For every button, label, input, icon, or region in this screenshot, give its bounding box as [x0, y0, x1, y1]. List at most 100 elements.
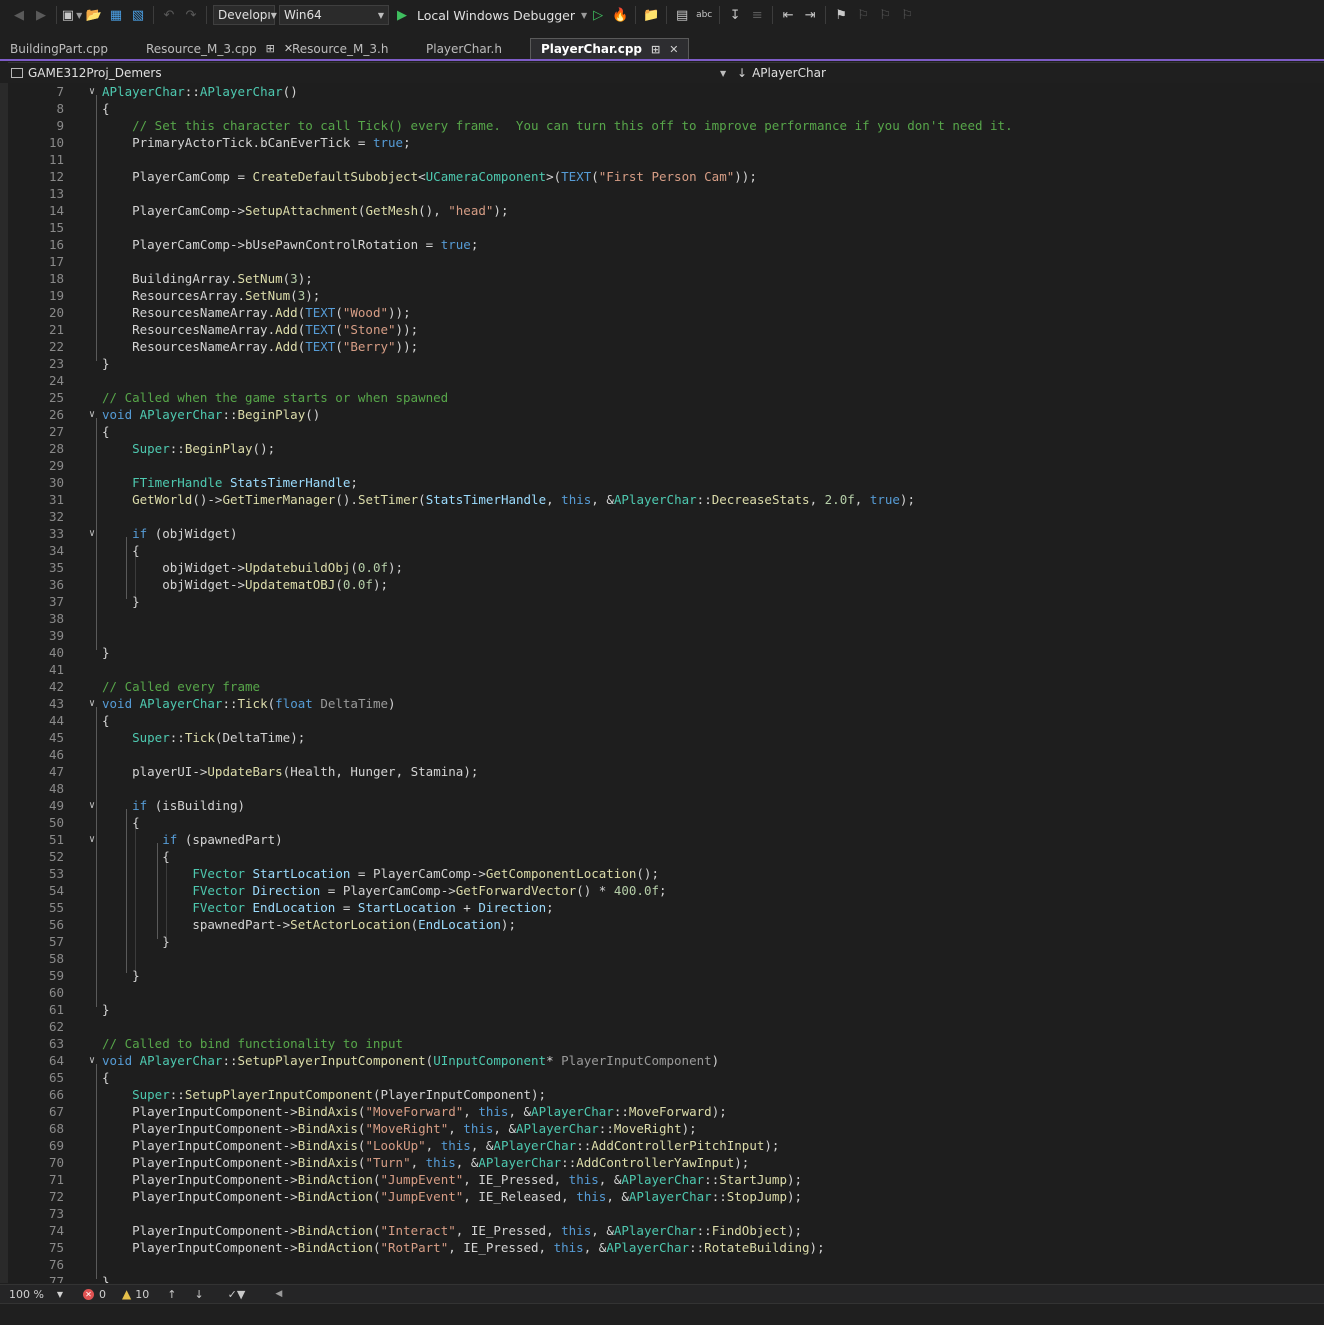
collapse-chevron-icon[interactable]: ∨: [89, 1052, 101, 1069]
line-number: 68: [48, 1121, 64, 1136]
line-number: 11: [48, 152, 64, 167]
save-icon[interactable]: ▦: [105, 4, 127, 26]
solution-explorer-icon[interactable]: 📁: [640, 4, 662, 26]
line-number: 43: [48, 696, 64, 711]
collapse-chevron-icon[interactable]: ∨: [89, 797, 101, 814]
undo-icon[interactable]: ↶: [158, 4, 180, 26]
code-cleanup-icon[interactable]: ✓▼: [228, 1288, 246, 1301]
line-number: 64: [48, 1053, 64, 1068]
toolbar-separator: [635, 6, 637, 24]
line-number: 52: [48, 849, 64, 864]
tab-playerchar-cpp[interactable]: PlayerChar.cpp ⊞ ✕: [530, 38, 690, 59]
line-number: 29: [48, 458, 64, 473]
code-text: PlayerCamComp->bUsePawnControlRotation =…: [132, 237, 479, 252]
code-text: }: [102, 356, 110, 371]
code-text: ResourcesArray.SetNum(3);: [132, 288, 321, 303]
code-text: playerUI->UpdateBars(Health, Hunger, Sta…: [132, 764, 479, 779]
tab-buildingpart-cpp[interactable]: BuildingPart.cpp: [0, 38, 136, 59]
hot-reload-icon[interactable]: 🔥: [609, 4, 631, 26]
tab-label: PlayerChar.cpp: [541, 42, 643, 56]
tab-resource-m-3-cpp[interactable]: Resource_M_3.cpp ⊞ ✕: [136, 38, 293, 59]
code-text: }: [132, 968, 140, 983]
line-number: 53: [48, 866, 64, 881]
line-number: 30: [48, 475, 64, 490]
forward-icon[interactable]: ▶: [30, 4, 52, 26]
collapse-chevron-icon[interactable]: ∨: [89, 695, 101, 712]
window-layout-icon[interactable]: ▤: [671, 4, 693, 26]
collapse-chevron-icon[interactable]: ∨: [89, 831, 101, 848]
comment-icon[interactable]: ≡: [746, 4, 768, 26]
debugger-button[interactable]: Local Windows Debugger: [417, 8, 575, 23]
pin-icon[interactable]: ⊞: [266, 42, 275, 55]
code-text: void APlayerChar::BeginPlay(): [102, 407, 321, 422]
back-icon[interactable]: ◀: [8, 4, 30, 26]
code-text: {: [162, 849, 170, 864]
zoom-dropdown[interactable]: 100 % ▼: [0, 1288, 67, 1301]
next-issue-icon[interactable]: ↓: [194, 1288, 203, 1301]
scroll-left-icon[interactable]: ◀: [275, 1289, 282, 1299]
error-count-value: 0: [99, 1287, 106, 1301]
indent-icon[interactable]: ⇥: [799, 4, 821, 26]
bottom-panel-tabs: [0, 1303, 1324, 1325]
code-text: Super::SetupPlayerInputComponent(PlayerI…: [132, 1087, 547, 1102]
open-folder-icon[interactable]: 📂: [83, 4, 105, 26]
bookmark-icon[interactable]: ⚑: [830, 4, 852, 26]
prev-bookmark-icon[interactable]: ⚐: [852, 4, 874, 26]
collapse-chevron-icon[interactable]: ∨: [89, 406, 101, 423]
line-number: 66: [48, 1087, 64, 1102]
collapse-chevron-icon[interactable]: ∨: [89, 525, 101, 542]
spell-check-icon[interactable]: abc: [693, 4, 715, 26]
line-number: 72: [48, 1189, 64, 1204]
line-number: 8: [56, 101, 64, 116]
tab-resource-m-3-h[interactable]: Resource_M_3.h: [282, 38, 416, 59]
line-number: 65: [48, 1070, 64, 1085]
chevron-down-icon: ▼: [377, 10, 384, 20]
code-text: Super::Tick(DeltaTime);: [132, 730, 306, 745]
next-bookmark-icon[interactable]: ⚐: [874, 4, 896, 26]
warning-count[interactable]: ▲ 10: [122, 1287, 149, 1301]
code-text: if (isBuilding): [132, 798, 246, 813]
project-dropdown[interactable]: GAME312Proj_Demers: [28, 66, 162, 80]
code-text: {: [132, 815, 140, 830]
line-number: 75: [48, 1240, 64, 1255]
line-number: 51: [48, 832, 64, 847]
pin-icon[interactable]: ⊞: [651, 43, 660, 56]
chevron-down-icon[interactable]: ▼: [720, 69, 726, 78]
error-count[interactable]: ✕ 0: [83, 1288, 106, 1301]
line-number: 38: [48, 611, 64, 626]
start-debugging-icon[interactable]: ▶: [391, 4, 413, 26]
step-into-icon[interactable]: ↧: [724, 4, 746, 26]
redo-icon[interactable]: ↷: [180, 4, 202, 26]
line-number: 34: [48, 543, 64, 558]
line-number: 56: [48, 917, 64, 932]
new-project-icon[interactable]: ▣ ▼: [61, 4, 83, 26]
main-toolbar: ◀ ▶ ▣ ▼ 📂 ▦ ▧ ↶ ↷ Developı ▼ Win64 ▼ ▶ Loca…: [0, 0, 1324, 30]
scope-dropdown[interactable]: ↓ APlayerChar: [737, 66, 826, 80]
platform-dropdown[interactable]: Win64 ▼: [279, 5, 389, 25]
code-editor[interactable]: 7 ∨ APlayerChar::APlayerChar() 8{9 // Set t…: [0, 83, 1324, 1283]
collapse-chevron-icon[interactable]: ∨: [89, 83, 101, 100]
code-text: spawnedPart->SetActorLocation(EndLocatio…: [192, 917, 516, 932]
code-text: }: [102, 645, 110, 660]
close-icon[interactable]: ✕: [669, 43, 678, 56]
toolbar-separator: [206, 6, 207, 24]
start-without-debugging-icon[interactable]: ▷: [587, 4, 609, 26]
tab-playerchar-h[interactable]: PlayerChar.h: [416, 38, 530, 59]
tab-label: Resource_M_3.h: [292, 41, 389, 56]
zoom-value: 100 %: [9, 1287, 44, 1301]
line-number: 62: [48, 1019, 64, 1034]
outdent-icon[interactable]: ⇤: [777, 4, 799, 26]
code-text: PlayerInputComponent->BindAction("JumpEv…: [132, 1189, 803, 1204]
code-text: // Called every frame: [102, 679, 261, 694]
scope-value: APlayerChar: [752, 66, 826, 80]
line-number: 33: [48, 526, 64, 541]
line-number: 59: [48, 968, 64, 983]
line-number: 16: [48, 237, 64, 252]
code-text: ResourcesNameArray.Add(TEXT("Wood"));: [132, 305, 411, 320]
line-number: 28: [48, 441, 64, 456]
previous-issue-icon[interactable]: ↑: [167, 1288, 176, 1301]
configuration-dropdown[interactable]: Developı ▼: [213, 5, 277, 25]
save-all-icon[interactable]: ▧: [127, 4, 149, 26]
line-number: 13: [48, 186, 64, 201]
clear-bookmarks-icon[interactable]: ⚐: [896, 4, 918, 26]
